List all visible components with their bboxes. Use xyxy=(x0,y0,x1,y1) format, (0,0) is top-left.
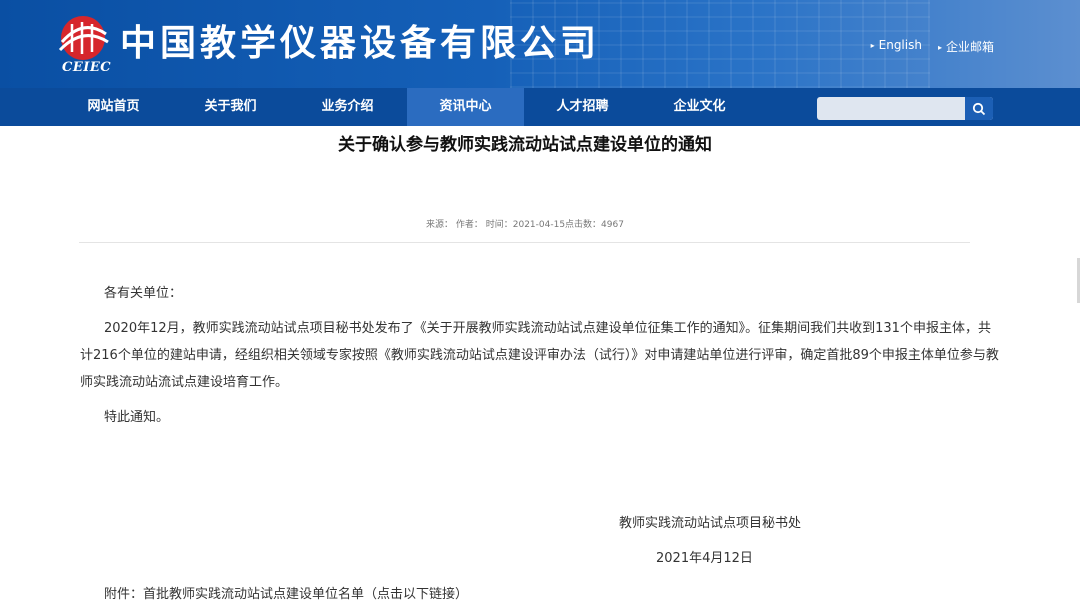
body-line: 师实践流动站流试点建设培育工作。 xyxy=(80,375,289,390)
nav-item-news[interactable]: 资讯中心 xyxy=(407,88,524,126)
nav-item-about[interactable]: 关于我们 xyxy=(172,88,289,126)
logo-text: CEIEC xyxy=(62,60,112,75)
article-meta: 来源： 作者： 时间：2021-04-15点击数：4967 xyxy=(426,220,624,230)
top-links: ▸ English ▸ 企业邮箱 xyxy=(871,38,994,55)
bullet-icon: ▸ xyxy=(870,41,875,50)
nav-item-careers[interactable]: 人才招聘 xyxy=(524,88,641,126)
divider xyxy=(79,242,970,243)
article-title: 关于确认参与教师实践流动站试点建设单位的通知 xyxy=(338,135,712,155)
email-link[interactable]: ▸ 企业邮箱 xyxy=(938,38,994,55)
attachment-line[interactable]: 附件：首批教师实践流动站试点建设单位名单（点击以下链接） xyxy=(104,583,468,602)
site-header: CEIEC 中国教学仪器设备有限公司 ▸ English ▸ 企业邮箱 xyxy=(0,0,1080,88)
signature: 教师实践流动站试点项目秘书处 xyxy=(619,516,802,531)
signature-date: 2021年4月12日 xyxy=(656,551,753,566)
body-line: 计216个单位的建站申请，经组织相关领域专家按照《教师实践流动站试点建设评审办法… xyxy=(80,348,999,363)
search-box xyxy=(817,97,993,120)
search-button[interactable] xyxy=(965,97,993,120)
closing: 特此通知。 xyxy=(104,410,170,425)
nav-item-home[interactable]: 网站首页 xyxy=(55,88,172,126)
body-line: 2020年12月，教师实践流动站试点项目秘书处发布了《关于开展教师实践流动站试点… xyxy=(104,321,991,336)
salutation: 各有关单位： xyxy=(104,286,183,301)
search-input[interactable] xyxy=(817,97,963,120)
nav-item-culture[interactable]: 企业文化 xyxy=(641,88,758,126)
bullet-icon: ▸ xyxy=(937,43,942,52)
english-link-label: English xyxy=(878,38,922,52)
email-link-label: 企业邮箱 xyxy=(945,40,994,54)
search-icon xyxy=(972,102,986,115)
nav-item-business[interactable]: 业务介绍 xyxy=(289,88,406,126)
english-link[interactable]: ▸ English xyxy=(871,38,922,55)
company-name: 中国教学仪器设备有限公司 xyxy=(120,22,601,64)
